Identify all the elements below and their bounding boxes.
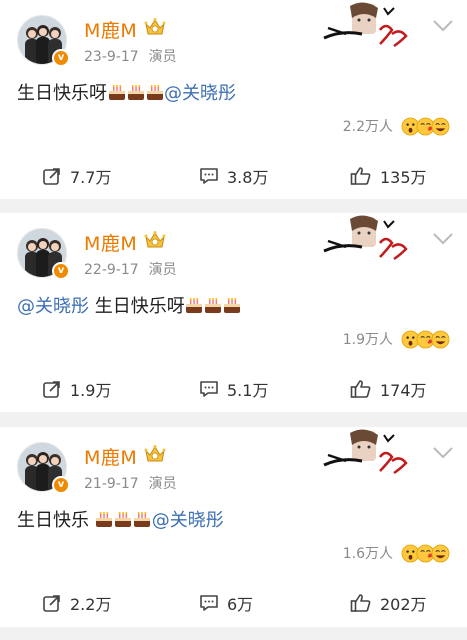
like-button[interactable]: 135万 [350,164,427,188]
comment-count: 3.8万 [227,168,269,187]
post-content: 生日快乐 @关晓彤 [17,506,224,532]
action-bar: 1.9万 5.1万 174万 [0,367,467,411]
like-button[interactable]: 202万 [350,591,427,615]
laugh-emoji-icon [431,117,450,135]
comment-button[interactable]: 6万 [199,591,253,615]
comment-icon [200,168,218,184]
repost-icon [43,168,60,185]
repost-button[interactable]: 2.2万 [42,591,111,615]
author-name[interactable]: M鹿M [84,16,137,43]
comment-icon [200,595,218,611]
reaction-count: 1.6万人 [342,546,393,562]
weibo-post: v M鹿M 22-9-17 演员 @关晓彤 生日快乐呀 1.9万人 1.9万 5… [0,213,467,412]
mention-link[interactable]: @关晓彤 [17,296,89,317]
laugh-emoji-icon [431,544,450,562]
crown-badge-icon[interactable] [144,444,166,464]
cake-emoji-icon [115,512,132,527]
like-icon [350,594,371,612]
cake-emoji-icon [186,298,203,313]
post-content: @关晓彤 生日快乐呀 [17,292,242,318]
repost-count: 1.9万 [70,381,112,400]
post-meta: 21-9-17 演员 [84,473,177,493]
post-text: 生日快乐 [17,510,95,531]
cake-emoji-icon [96,512,113,527]
post-content: 生日快乐呀 @关晓彤 [17,79,236,105]
verified-v-icon: v [52,476,70,494]
repost-count: 2.2万 [70,595,112,614]
comment-count: 6万 [227,595,254,614]
cake-emoji-icon [224,298,241,313]
like-icon [350,380,371,398]
crown-badge-icon[interactable] [144,17,166,37]
signature-decoration [323,429,408,475]
post-text: 生日快乐呀 [89,296,185,317]
author-role: 演员 [148,262,177,278]
author-name[interactable]: M鹿M [84,229,137,256]
chevron-down-icon[interactable] [432,19,454,33]
cake-emoji-icon [205,298,222,313]
action-bar: 2.2万 6万 202万 [0,581,467,625]
weibo-feed: v M鹿M 23-9-17 演员 生日快乐呀 @关晓彤 2.2万人 7.7万 3… [0,0,467,640]
post-date[interactable]: 21-9-17 [84,476,139,492]
author-name[interactable]: M鹿M [84,443,137,470]
weibo-post: v M鹿M 21-9-17 演员 生日快乐 @关晓彤 1.6万人 2.2万 6万… [0,427,467,627]
author-role: 演员 [148,476,177,492]
like-button[interactable]: 174万 [350,377,427,401]
mention-link[interactable]: @关晓彤 [164,83,236,104]
reaction-count: 1.9万人 [342,332,393,348]
post-date[interactable]: 22-9-17 [84,262,139,278]
like-count: 174万 [380,381,427,400]
comment-button[interactable]: 5.1万 [199,377,268,401]
repost-button[interactable]: 1.9万 [42,377,111,401]
cake-emoji-icon [134,512,151,527]
repost-button[interactable]: 7.7万 [42,164,111,188]
reactions-summary[interactable]: 1.9万人 [343,329,450,349]
post-text: 生日快乐呀 [17,83,107,104]
signature-decoration [323,215,408,261]
weibo-post: v M鹿M 23-9-17 演员 生日快乐呀 @关晓彤 2.2万人 7.7万 3… [0,0,467,199]
comment-icon [200,381,218,397]
post-date[interactable]: 23-9-17 [84,49,139,65]
repost-icon [43,595,60,612]
post-meta: 22-9-17 演员 [84,259,177,279]
comment-count: 5.1万 [227,381,269,400]
verified-v-icon: v [52,262,70,280]
reactions-summary[interactable]: 2.2万人 [343,116,450,136]
signature-decoration [323,2,408,48]
repost-icon [43,381,60,398]
crown-badge-icon[interactable] [144,230,166,250]
verified-v-icon: v [52,49,70,67]
chevron-down-icon[interactable] [432,232,454,246]
comment-button[interactable]: 3.8万 [199,164,268,188]
reaction-count: 2.2万人 [342,119,393,135]
laugh-emoji-icon [431,330,450,348]
repost-count: 7.7万 [70,168,112,187]
like-count: 202万 [380,595,427,614]
reactions-summary[interactable]: 1.6万人 [343,543,450,563]
post-meta: 23-9-17 演员 [84,46,177,66]
cake-emoji-icon [146,85,163,100]
cake-emoji-icon [127,85,144,100]
like-icon [350,167,371,185]
cake-emoji-icon [108,85,125,100]
chevron-down-icon[interactable] [432,446,454,460]
action-bar: 7.7万 3.8万 135万 [0,154,467,198]
mention-link[interactable]: @关晓彤 [152,510,224,531]
author-role: 演员 [148,49,177,65]
like-count: 135万 [380,168,427,187]
